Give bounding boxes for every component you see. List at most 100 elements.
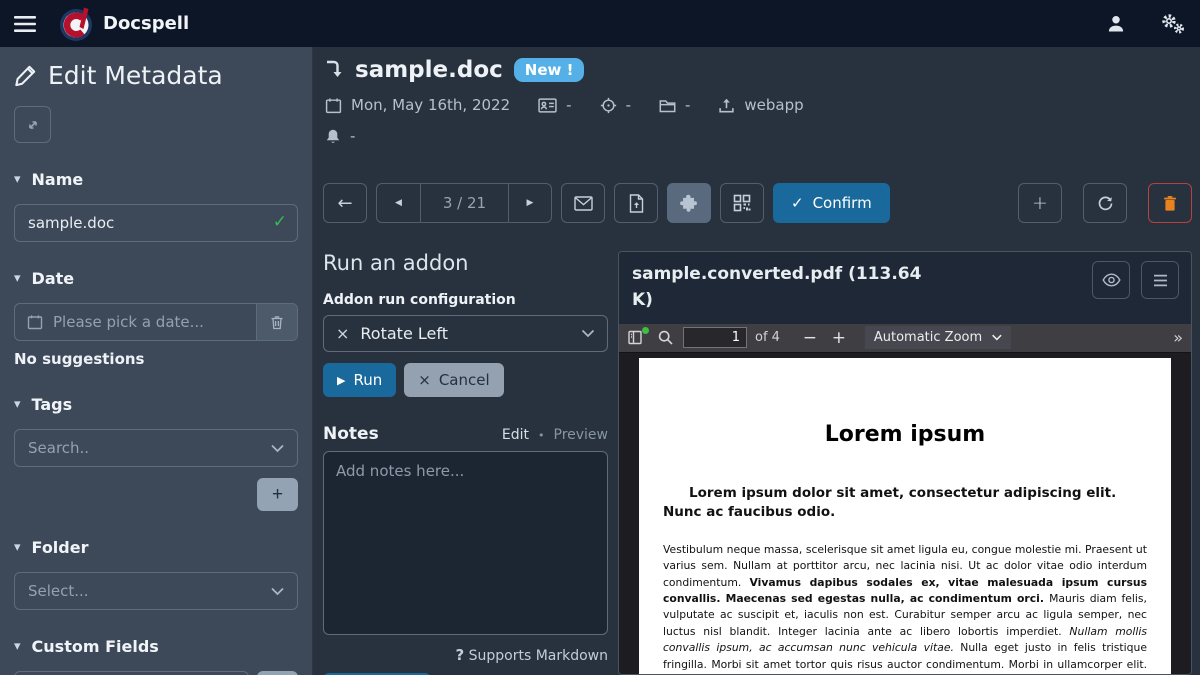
- section-header-name[interactable]: ▾ Name: [14, 170, 298, 189]
- notes-preview-tab[interactable]: Preview: [554, 427, 609, 443]
- expand-sidebar-button[interactable]: [14, 106, 51, 143]
- saved-check-icon: ✓: [273, 212, 287, 232]
- attachment-header: sample.converted.pdf (113.64 K): [619, 252, 1191, 324]
- notes-textarea[interactable]: [323, 451, 608, 635]
- notes-heading: Notes: [323, 424, 379, 444]
- due-bell-icon: [325, 128, 341, 145]
- back-button[interactable]: ←: [323, 183, 367, 223]
- item-pager: ◀ 3 / 21 ▶: [376, 183, 552, 223]
- markdown-hint: ? Supports Markdown: [323, 646, 608, 664]
- confirm-button[interactable]: ✓ Confirm: [773, 183, 890, 223]
- item-title: sample.doc: [355, 57, 503, 83]
- item-date-icon: [325, 97, 342, 114]
- edit-metadata-sidebar: Edit Metadata ▾ Name ✓ ▾ Date Please pic…: [0, 47, 313, 675]
- add-item-button[interactable]: +: [1018, 183, 1062, 223]
- pdf-page: Lorem ipsum Lorem ipsum dolor sit amet, …: [639, 358, 1171, 674]
- date-suggestions-status: No suggestions: [14, 350, 298, 368]
- clear-date-button[interactable]: [256, 304, 297, 340]
- pdf-search-button[interactable]: [658, 330, 673, 345]
- tab-separator-dot: •: [538, 429, 545, 442]
- check-icon: ✓: [791, 194, 804, 212]
- correspondent-icon: [538, 98, 557, 113]
- attachment-viewer: sample.converted.pdf (113.64 K): [618, 251, 1192, 675]
- source-value: webapp: [744, 96, 803, 114]
- section-header-custom-fields[interactable]: ▾ Custom Fields: [14, 637, 298, 656]
- next-item-button[interactable]: ▶: [508, 184, 551, 222]
- cancel-addon-button[interactable]: × Cancel: [404, 363, 503, 397]
- folder-value: -: [685, 96, 690, 114]
- add-files-button[interactable]: [614, 183, 658, 223]
- collapse-caret-icon: ▾: [14, 172, 21, 187]
- section-header-folder[interactable]: ▾ Folder: [14, 538, 298, 557]
- pdf-doc-title: Lorem ipsum: [663, 422, 1147, 447]
- clear-selection-icon[interactable]: ×: [336, 324, 349, 343]
- tags-select[interactable]: Search..: [14, 429, 298, 467]
- send-mail-button[interactable]: [561, 183, 605, 223]
- section-header-date[interactable]: ▾ Date: [14, 269, 298, 288]
- zoom-in-button[interactable]: +: [828, 328, 850, 348]
- pdf-doc-lead: Lorem ipsum dolor sit amet, consectetur …: [663, 484, 1147, 523]
- sidebar-notification-dot: [642, 327, 649, 334]
- concerning-value: -: [626, 96, 631, 114]
- pdf-doc-paragraph: Vestibulum neque massa, scelerisque sit …: [663, 542, 1147, 675]
- collapse-caret-icon: ▾: [14, 540, 21, 555]
- addon-config-select[interactable]: × Rotate Left: [323, 315, 608, 352]
- pencil-icon: [14, 65, 36, 87]
- add-custom-field-button[interactable]: +: [257, 671, 298, 675]
- run-addon-button[interactable]: ▶ Run: [323, 363, 396, 397]
- pager-position: 3 / 21: [420, 184, 508, 222]
- user-account-icon[interactable]: [1106, 14, 1126, 34]
- zoom-out-button[interactable]: −: [799, 328, 821, 348]
- custom-field-select[interactable]: Select...: [14, 671, 249, 675]
- add-tag-button[interactable]: +: [257, 478, 298, 511]
- pdf-sidebar-toggle-button[interactable]: [628, 330, 645, 345]
- chevron-down-icon: [271, 444, 284, 453]
- docspell-logo-icon: [58, 4, 94, 44]
- collapse-caret-icon: ▾: [14, 639, 21, 654]
- name-input[interactable]: [14, 204, 298, 242]
- previous-item-button[interactable]: ◀: [377, 184, 420, 222]
- item-date: Mon, May 16th, 2022: [351, 96, 510, 114]
- play-icon: ▶: [337, 374, 345, 387]
- new-badge: New !: [514, 58, 585, 82]
- qr-code-button[interactable]: [720, 183, 764, 223]
- addon-heading: Run an addon: [323, 251, 608, 275]
- x-icon: ×: [418, 371, 431, 389]
- date-picker: Please pick a date...: [14, 303, 298, 341]
- chevron-down-icon: [581, 329, 595, 338]
- brand[interactable]: Docspell: [58, 4, 189, 44]
- top-navbar: Docspell: [0, 0, 1200, 47]
- brand-name: Docspell: [103, 13, 189, 34]
- date-input[interactable]: Please pick a date...: [15, 304, 256, 340]
- notes-edit-tab[interactable]: Edit: [502, 427, 529, 443]
- folder-select[interactable]: Select...: [14, 572, 298, 610]
- item-detail-pane: sample.doc New ! Mon, May 16th, 2022 - -: [313, 47, 1200, 675]
- toggle-preview-button[interactable]: [1092, 261, 1130, 299]
- reprocess-button[interactable]: [1083, 183, 1127, 223]
- pdf-more-tools-button[interactable]: »: [1173, 328, 1182, 347]
- pdf-page-input[interactable]: [683, 327, 747, 348]
- settings-gears-icon[interactable]: [1160, 13, 1186, 35]
- concerning-icon: [600, 97, 617, 114]
- pdf-page-count: of 4: [755, 330, 780, 345]
- delete-item-button[interactable]: [1148, 183, 1192, 223]
- pdf-canvas[interactable]: Lorem ipsum Lorem ipsum dolor sit amet, …: [619, 353, 1191, 674]
- pdf-zoom-select[interactable]: Automatic Zoom: [865, 326, 1011, 349]
- chevron-down-icon: [992, 334, 1002, 341]
- hamburger-menu-icon[interactable]: [14, 15, 36, 33]
- chevron-down-icon: [271, 587, 284, 596]
- collapse-caret-icon: ▾: [14, 397, 21, 412]
- addon-and-notes-column: Run an addon Addon run configuration × R…: [323, 251, 608, 675]
- collapse-caret-icon: ▾: [14, 271, 21, 286]
- sidebar-title: Edit Metadata: [14, 61, 298, 90]
- upload-source-icon: [718, 97, 735, 114]
- addon-config-label: Addon run configuration: [323, 292, 608, 308]
- addons-button[interactable]: [667, 183, 711, 223]
- pdf-toolbar: of 4 − + Automatic Zoom »: [619, 324, 1191, 353]
- due-value: -: [350, 127, 355, 145]
- section-header-tags[interactable]: ▾ Tags: [14, 395, 298, 414]
- folder-meta-icon: [659, 98, 676, 113]
- attachment-filename: sample.converted.pdf (113.64 K): [632, 261, 932, 314]
- attachment-menu-button[interactable]: [1141, 261, 1179, 299]
- correspondent-value: -: [566, 96, 571, 114]
